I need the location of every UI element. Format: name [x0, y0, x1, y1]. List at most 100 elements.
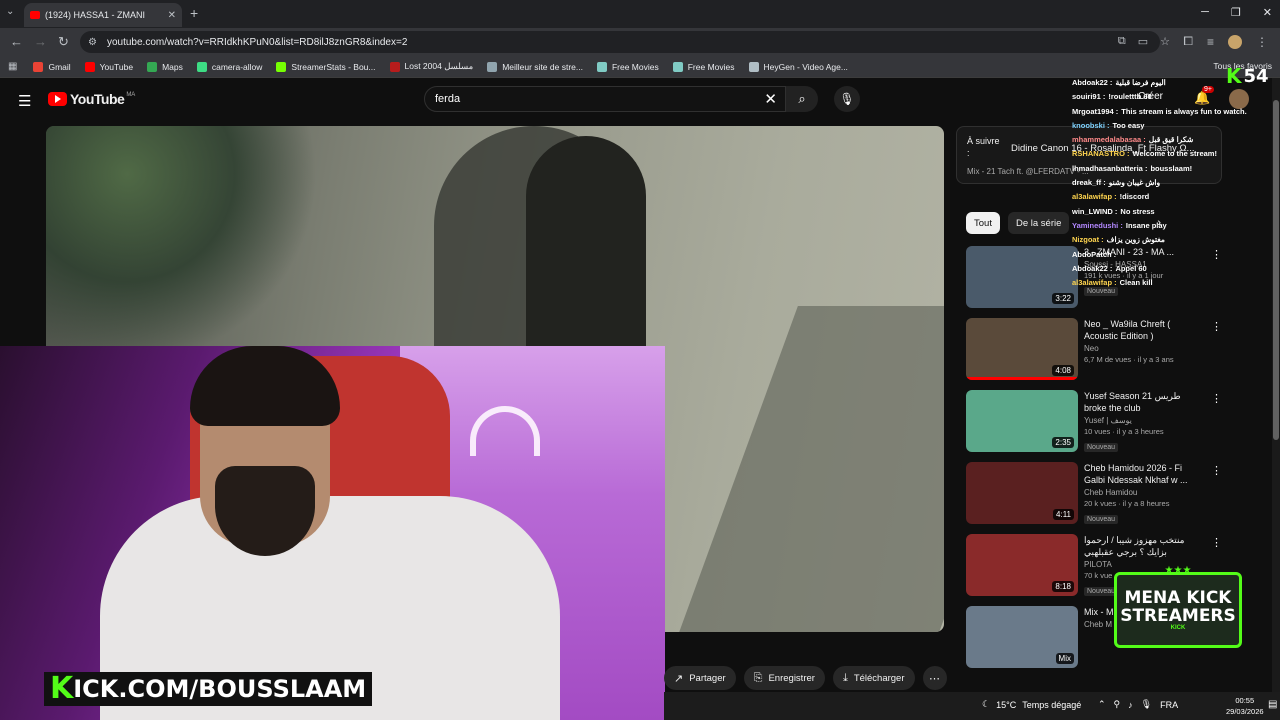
- bookmark-free-movies-1[interactable]: Free Movies: [596, 61, 659, 72]
- chat-message: Abdoak22 : اليوم فرضا قبلية: [1072, 78, 1166, 87]
- recommendation-item[interactable]: 4:08 Neo _ Wa9ila Chreft ( Acoustic Edit…: [966, 318, 1222, 390]
- voice-search-button[interactable]: 🎙: [834, 86, 860, 112]
- volume-icon[interactable]: ♪: [1128, 700, 1133, 710]
- browser-tab-active[interactable]: (1924) HASSA1 - ZMANI ✕: [24, 3, 182, 27]
- menu-icon[interactable]: ☰: [18, 92, 31, 110]
- recommendation-channel[interactable]: Yusef | يوسف: [1084, 416, 1202, 425]
- video-thumbnail[interactable]: 8:18: [966, 534, 1078, 596]
- recommendation-title[interactable]: Cheb Hamidou 2026 - Fi Galbi Ndessak Nkh…: [1084, 462, 1202, 486]
- download-button[interactable]: ⤓ Télécharger: [832, 666, 915, 690]
- url-text: youtube.com/watch?v=RRIdkhKPuN0&list=RD8…: [106, 36, 408, 48]
- more-horizontal-icon: ⋯: [929, 672, 941, 685]
- mic-tray-icon[interactable]: 🎙: [1141, 699, 1152, 710]
- maximize-button[interactable]: ❐: [1231, 6, 1241, 19]
- kick-channel-url: ICK.COM/BOUSSLAAM: [73, 675, 367, 703]
- bookmark-star-icon[interactable]: ☆: [1160, 35, 1170, 48]
- heygen-icon: [748, 61, 759, 72]
- weather-widget[interactable]: ☾ 15°C Temps dégagé: [982, 699, 1081, 710]
- system-clock[interactable]: 00:55 29/03/2026: [1226, 695, 1264, 717]
- youtube-icon: [84, 61, 95, 72]
- cast-icon[interactable]: ▭: [1138, 35, 1148, 48]
- recommendation-channel[interactable]: Neo: [1084, 344, 1202, 353]
- chat-message: mhammedalabasaa : شكرا قيق قبل: [1072, 135, 1194, 145]
- chip-all[interactable]: Tout: [966, 212, 1000, 234]
- viewer-count: 54: [1243, 65, 1269, 87]
- tab-close-icon[interactable]: ✕: [168, 10, 176, 21]
- forward-button[interactable]: →: [34, 34, 47, 49]
- recommendation-item[interactable]: 2:35 Yusef Season 21 طريس broke the club…: [966, 390, 1222, 462]
- back-button[interactable]: ←: [10, 34, 23, 49]
- close-window-button[interactable]: ✕: [1263, 6, 1272, 19]
- extensions-icon[interactable]: ⧠: [1183, 34, 1193, 49]
- reload-button[interactable]: ↻: [58, 34, 69, 50]
- bookmark-streamerstats[interactable]: StreamerStats - Bou...: [276, 61, 376, 72]
- search-button[interactable]: ⌕: [786, 86, 818, 112]
- minimize-button[interactable]: ─: [1201, 6, 1209, 19]
- language-indicator[interactable]: FRA: [1160, 700, 1178, 710]
- bookmark-maps[interactable]: Maps: [147, 61, 183, 72]
- address-bar[interactable]: ⚙ youtube.com/watch?v=RRIdkhKPuN0&list=R…: [80, 31, 1160, 53]
- recommendation-channel[interactable]: Cheb Hamidou: [1084, 488, 1202, 497]
- apps-grid-icon[interactable]: ▦: [8, 61, 17, 72]
- video-thumbnail[interactable]: 3:22: [966, 246, 1078, 308]
- chat-message: Nizgoat : مغتوش زوين يزاف: [1072, 235, 1165, 245]
- recommendation-title[interactable]: Neo _ Wa9ila Chreft ( Acoustic Edition ): [1084, 318, 1202, 342]
- recommendation-title[interactable]: منتخب مهزوز شيبا / ارحموا بزايك ؟ برجي ع…: [1084, 534, 1202, 558]
- bookmark-heygen[interactable]: HeyGen - Video Age...: [748, 61, 848, 72]
- share-button[interactable]: ↗ Partager: [664, 666, 736, 690]
- more-actions-button[interactable]: ⋯: [922, 666, 947, 690]
- recommendation-item[interactable]: 4:11 Cheb Hamidou 2026 - Fi Galbi Ndessa…: [966, 462, 1222, 534]
- bookmarks-bar: ▦ Gmail YouTube Maps camera-allow Stream…: [0, 56, 1280, 78]
- new-tab-button[interactable]: +: [190, 5, 198, 21]
- clear-search-icon[interactable]: ✕: [764, 90, 777, 108]
- bookmark-lost[interactable]: Lost 2004 مسلسل: [389, 61, 473, 72]
- recommendation-views: 6,7 M de vues · il y a 3 ans: [1084, 355, 1174, 364]
- kick-channel-banner: K ICK.COM/BOUSSLAAM: [44, 672, 373, 706]
- profile-avatar[interactable]: [1228, 34, 1242, 49]
- kick-viewer-count: K 54: [1226, 64, 1269, 88]
- new-badge: Nouveau: [1084, 443, 1119, 452]
- download-icon: ⤓: [842, 671, 848, 684]
- lost-icon: [389, 61, 400, 72]
- chip-series[interactable]: De la série: [1007, 212, 1070, 234]
- more-options-icon[interactable]: ⋮: [1211, 464, 1222, 477]
- stars-icon: ★★★: [1164, 565, 1192, 576]
- search-query: ferda: [435, 93, 461, 105]
- notification-center-icon[interactable]: ▤: [1268, 699, 1277, 710]
- youtube-play-icon: [48, 92, 67, 106]
- chat-message: Abdoak22 : Appel 60: [1072, 263, 1147, 273]
- more-options-icon[interactable]: ⋮: [1211, 536, 1222, 549]
- recommendation-meta: Yusef Season 21 طريس broke the club Yuse…: [1084, 390, 1202, 454]
- reading-list-icon[interactable]: ≡: [1207, 35, 1214, 49]
- search-input[interactable]: ferda ✕: [424, 86, 786, 112]
- bookmark-camera-allow[interactable]: camera-allow: [196, 61, 262, 72]
- video-thumbnail[interactable]: 4:11: [966, 462, 1078, 524]
- window-controls: ─ ❐ ✕: [1201, 6, 1272, 19]
- bookmark-free-movies-2[interactable]: Free Movies: [672, 61, 735, 72]
- bookmark-meilleur-site[interactable]: Meilleur site de stre...: [487, 61, 583, 72]
- translate-icon[interactable]: ⧉: [1118, 35, 1126, 48]
- video-scene-shadow: [674, 306, 944, 632]
- page-scrollbar-thumb[interactable]: [1273, 100, 1279, 440]
- chrome-menu-icon[interactable]: ⋮: [1256, 35, 1268, 49]
- tab-title: (1924) HASSA1 - ZMANI: [45, 10, 146, 20]
- more-options-icon[interactable]: ⋮: [1211, 320, 1222, 333]
- video-thumbnail[interactable]: 4:08: [966, 318, 1078, 380]
- bookmark-gmail[interactable]: Gmail: [33, 61, 71, 72]
- stream-chat-overlay: Abdoak22 : اليوم فرضا قبلية souiri91 : !ro…: [1072, 76, 1252, 290]
- bookmark-youtube[interactable]: YouTube: [84, 61, 133, 72]
- network-icon[interactable]: ⚲: [1114, 699, 1121, 710]
- recommendation-title[interactable]: Yusef Season 21 طريس broke the club: [1084, 390, 1202, 414]
- save-button[interactable]: ⎘ Enregistrer: [743, 666, 825, 690]
- video-thumbnail[interactable]: 2:35: [966, 390, 1078, 452]
- video-actions: ↗ Partager ⎘ Enregistrer ⤓ Télécharger ⋯: [664, 666, 947, 690]
- tab-search-icon[interactable]: ⌄: [6, 6, 14, 17]
- more-options-icon[interactable]: ⋮: [1211, 392, 1222, 405]
- duration-badge: 4:11: [1053, 509, 1074, 520]
- video-thumbnail[interactable]: Mix: [966, 606, 1078, 668]
- video-scene-doorway: [526, 136, 646, 366]
- site-info-icon[interactable]: ⚙: [88, 37, 97, 48]
- youtube-logo[interactable]: YouTube MA: [48, 91, 135, 107]
- duration-badge: 4:08: [1052, 365, 1074, 376]
- tray-chevron-icon[interactable]: ⌃: [1098, 699, 1106, 710]
